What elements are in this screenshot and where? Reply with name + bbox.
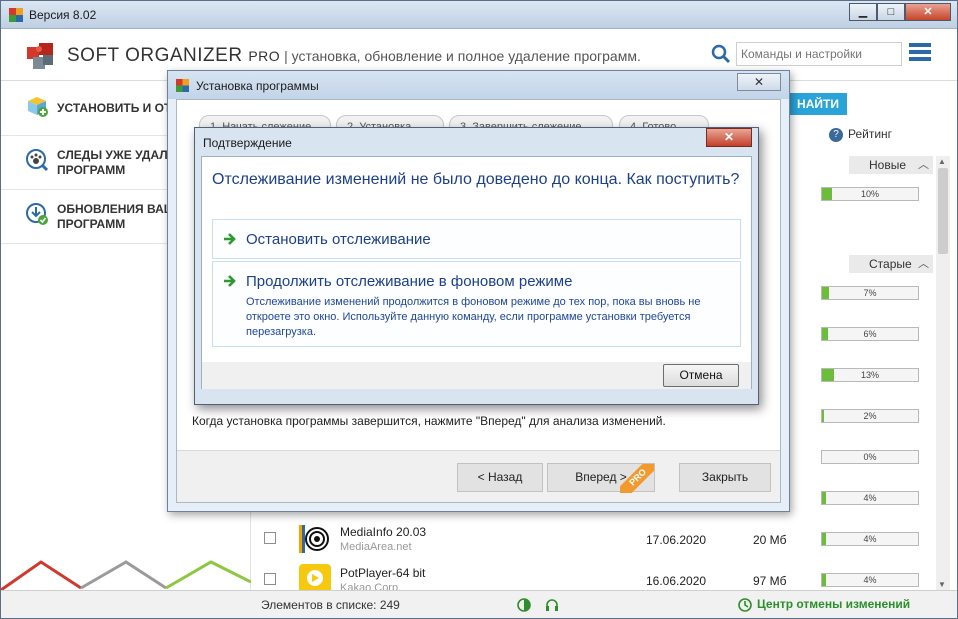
install-box-icon: [28, 97, 48, 117]
minimize-button[interactable]: ▁: [849, 3, 877, 21]
rating-fill: [822, 369, 835, 381]
undo-history-icon: [738, 598, 752, 612]
close-window-button[interactable]: ✕: [905, 3, 951, 21]
confirm-dialog-title-bar: Подтверждение ✕: [195, 128, 758, 156]
install-dialog-title-bar: Установка программы ✕: [168, 71, 789, 99]
rating-value: 0%: [863, 452, 877, 462]
status-bar: Элементов в списке: 249 Центр отмены изм…: [1, 590, 957, 618]
undo-center-link[interactable]: Центр отмены изменений: [757, 597, 910, 611]
find-button[interactable]: НАЙТИ: [789, 93, 847, 115]
rating-fill: [822, 188, 832, 200]
install-hint-text: Когда установка программы завершится, на…: [192, 414, 666, 428]
program-date: 17.06.2020: [646, 533, 707, 547]
rating-value: 13%: [860, 370, 879, 380]
collapse-chevron-icon: ︿: [918, 258, 929, 270]
title-bar: Версия 8.02 ▁ □ ✕: [1, 1, 957, 29]
mediainfo-app-icon: [299, 523, 331, 555]
rating-bar: 6%: [821, 327, 919, 341]
table-row[interactable]: MediaInfo 20.03 MediaArea.net 17.06.2020…: [251, 517, 936, 559]
confirm-dialog: Подтверждение ✕ Отслеживание изменений н…: [194, 127, 759, 405]
items-count: Элементов в списке: 249: [261, 598, 400, 612]
window-title: Версия 8.02: [29, 8, 97, 22]
brand-pro: PRO: [248, 48, 281, 64]
rating-column-header[interactable]: ? Рейтинг: [829, 127, 936, 149]
scroll-up-arrow-icon[interactable]: ▲: [938, 157, 946, 166]
confirm-dialog-title: Подтверждение: [203, 136, 292, 150]
continue-background-label: Продолжить отслеживание в фоновом режиме: [246, 273, 573, 290]
program-date: 16.06.2020: [646, 574, 707, 588]
rating-bar: 10%: [821, 187, 919, 201]
commands-search-input[interactable]: [736, 42, 902, 66]
program-name: MediaInfo 20.03: [340, 525, 427, 539]
install-dialog-close-button[interactable]: ✕: [737, 73, 781, 91]
rating-fill: [822, 492, 826, 504]
group-new-label: Новые: [869, 158, 907, 172]
forward-button[interactable]: Вперед > PRO: [547, 463, 655, 493]
headset-support-icon[interactable]: [544, 597, 560, 613]
search-icon[interactable]: [710, 43, 732, 65]
decorative-zigzag-graphic: [1, 560, 251, 592]
maximize-button[interactable]: □: [877, 3, 905, 21]
program-size: 97 Мб: [753, 574, 787, 588]
paw-traces-icon: [26, 149, 49, 172]
rating-bar: 0%: [821, 450, 919, 464]
program-vendor: MediaArea.net: [340, 541, 412, 553]
update-download-icon: [26, 203, 48, 225]
confirm-dialog-close-button[interactable]: ✕: [706, 128, 752, 147]
stop-tracking-label: Остановить отслеживание: [246, 231, 431, 248]
stop-tracking-option[interactable]: Остановить отслеживание: [212, 219, 741, 259]
brand-name: SOFT ORGANIZER: [67, 45, 243, 66]
help-icon: ?: [829, 127, 843, 142]
pro-badge-text: PRO: [620, 464, 654, 493]
green-arrow-icon: [224, 233, 236, 245]
green-arrow-icon: [224, 275, 236, 287]
rating-fill: [822, 410, 824, 422]
rating-value: 10%: [860, 189, 879, 199]
rating-value: 4%: [863, 493, 877, 503]
close-button[interactable]: Закрыть: [679, 463, 771, 492]
install-dialog-title: Установка программы: [196, 79, 319, 93]
group-header-old[interactable]: Старые ︿: [849, 255, 933, 273]
rating-value: 2%: [863, 411, 877, 421]
contrast-icon[interactable]: [516, 597, 532, 613]
brand-tagline: | установка, обновление и полное удалени…: [280, 48, 641, 64]
scroll-thumb[interactable]: [938, 168, 948, 254]
app-logo-icon: [176, 79, 189, 92]
hamburger-menu-icon[interactable]: [909, 43, 931, 65]
install-dialog-footer: < Назад Вперед > PRO Закрыть: [177, 450, 780, 502]
rating-fill: [822, 328, 828, 340]
group-header-new[interactable]: Новые ︿: [849, 156, 933, 174]
rating-bar: 4%: [821, 491, 919, 505]
program-name: PotPlayer-64 bit: [340, 566, 426, 580]
brand-title: SOFT ORGANIZER PRO | установка, обновлен…: [67, 45, 641, 67]
app-logo-icon: [9, 8, 23, 22]
rating-bar: 7%: [821, 286, 919, 300]
program-size: 20 Мб: [753, 533, 787, 547]
rating-bar: 2%: [821, 409, 919, 423]
rating-value: 6%: [863, 329, 877, 339]
puzzle-logo-icon: [27, 43, 53, 69]
collapse-chevron-icon: ︿: [918, 159, 929, 171]
pro-badge: PRO: [620, 464, 654, 493]
rating-label: Рейтинг: [848, 127, 893, 141]
continue-background-option[interactable]: Продолжить отслеживание в фоновом режиме…: [212, 261, 741, 347]
row-checkbox[interactable]: [264, 573, 276, 585]
rating-value: 7%: [863, 288, 877, 298]
confirm-question: Отслеживание изменений не было доведено …: [212, 171, 740, 188]
rating-fill: [822, 287, 829, 299]
confirm-dialog-body: Отслеживание изменений не было доведено …: [201, 156, 752, 389]
continue-background-description: Отслеживание изменений продолжится в фон…: [246, 296, 701, 338]
row-checkbox[interactable]: [264, 532, 276, 544]
rating-bar: 13%: [821, 368, 919, 382]
scroll-down-arrow-icon[interactable]: ▼: [938, 580, 946, 589]
back-button[interactable]: < Назад: [457, 463, 543, 492]
cancel-button[interactable]: Отмена: [663, 364, 739, 387]
list-scrollbar[interactable]: ▲ ▼: [936, 156, 950, 590]
group-old-label: Старые: [869, 257, 912, 271]
